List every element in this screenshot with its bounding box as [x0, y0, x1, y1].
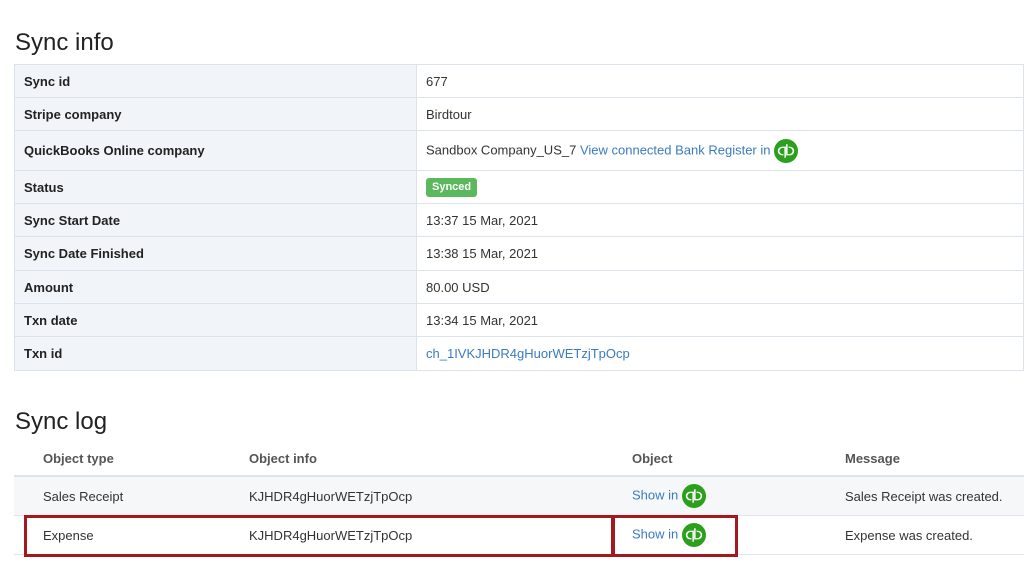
object-type-cell: Expense	[14, 515, 220, 555]
info-key: Sync id	[14, 64, 417, 98]
object-info-cell: KJHDR4gHuorWETzjTpOcp	[220, 476, 603, 516]
info-key: Amount	[14, 270, 417, 304]
message-cell: Sales Receipt was created.	[816, 476, 1024, 516]
header-message: Message	[816, 441, 1024, 477]
quickbooks-icon[interactable]	[681, 484, 706, 508]
quickbooks-icon[interactable]	[774, 138, 799, 163]
info-key: Sync Date Finished	[14, 236, 417, 271]
info-key: Txn id	[14, 336, 417, 371]
info-value: 80.00 USD	[416, 270, 1024, 304]
header-object-info: Object info	[220, 441, 603, 477]
qbo-company-name: Sandbox Company_US_7	[426, 141, 577, 157]
sync-info-title: Sync info	[15, 29, 114, 56]
info-row-status: Status Synced	[14, 170, 1024, 204]
info-value: 13:34 15 Mar, 2021	[416, 303, 1024, 337]
view-bank-register-link[interactable]: View connected Bank Register in	[580, 142, 771, 157]
info-row-txn-date: Txn date 13:34 15 Mar, 2021	[14, 303, 1024, 337]
header-object-type: Object type	[14, 441, 220, 477]
show-in-qb-link[interactable]: Show in	[632, 526, 678, 541]
header-object: Object	[603, 441, 816, 477]
info-value: 13:38 15 Mar, 2021	[416, 236, 1024, 271]
info-row-qbo-company: QuickBooks Online company Sandbox Compan…	[14, 130, 1024, 171]
table-row: Sales Receipt KJHDR4gHuorWETzjTpOcp Show…	[14, 476, 1024, 516]
sync-info-table: Sync id 677 Stripe company Birdtour Quic…	[14, 64, 1024, 371]
info-value-cell: Sandbox Company_US_7 View connected Bank…	[416, 130, 1024, 171]
object-info-cell: KJHDR4gHuorWETzjTpOcp	[220, 515, 603, 555]
info-key: Txn date	[14, 303, 417, 337]
sync-details-page: Sync info Sync id 677 Stripe company Bir…	[0, 0, 1024, 584]
info-row-stripe-company: Stripe company Birdtour	[14, 97, 1024, 131]
info-value-cell: Synced	[416, 170, 1024, 204]
info-row-amount: Amount 80.00 USD	[14, 270, 1024, 304]
info-value: 13:37 15 Mar, 2021	[416, 203, 1024, 237]
show-in-qb-link[interactable]: Show in	[632, 487, 678, 502]
sync-log-table: Object type Object info Object Message S…	[14, 441, 1024, 555]
info-value: Birdtour	[416, 97, 1024, 131]
table-row: Expense KJHDR4gHuorWETzjTpOcp Show in Ex…	[14, 515, 1024, 555]
sync-log-title: Sync log	[15, 408, 108, 435]
info-value: 677	[416, 64, 1024, 98]
info-key: Status	[14, 170, 417, 204]
object-cell: Show in	[603, 476, 816, 516]
message-cell: Expense was created.	[816, 515, 1024, 555]
txn-id-link[interactable]: ch_1IVKJHDR4gHuorWETzjTpOcp	[426, 346, 630, 361]
info-row-sync-id: Sync id 677	[14, 64, 1024, 98]
quickbooks-icon[interactable]	[681, 523, 706, 547]
log-header-row: Object type Object info Object Message	[14, 441, 1024, 477]
info-key: Sync Start Date	[14, 203, 417, 237]
object-cell: Show in	[603, 515, 816, 555]
status-badge: Synced	[426, 177, 478, 197]
info-key: QuickBooks Online company	[14, 130, 417, 171]
info-key: Stripe company	[14, 97, 417, 131]
info-row-sync-start: Sync Start Date 13:37 15 Mar, 2021	[14, 203, 1024, 237]
object-type-cell: Sales Receipt	[14, 476, 220, 516]
info-row-txn-id: Txn id ch_1IVKJHDR4gHuorWETzjTpOcp	[14, 336, 1024, 371]
info-row-sync-finished: Sync Date Finished 13:38 15 Mar, 2021	[14, 236, 1024, 271]
info-value-cell: ch_1IVKJHDR4gHuorWETzjTpOcp	[416, 336, 1024, 371]
